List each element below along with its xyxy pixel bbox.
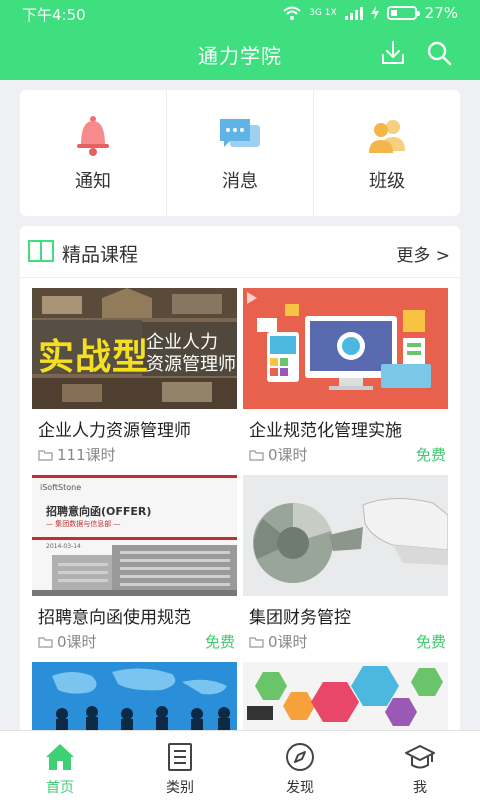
signal-indicator: 3G 1X: [309, 7, 337, 18]
nav-label: 类别: [166, 780, 194, 796]
section-header: 精品课程 更多 >: [20, 226, 460, 278]
download-icon: [382, 41, 404, 64]
nav-item-home[interactable]: 首页: [0, 731, 120, 800]
course-lessons: 111课时: [57, 446, 116, 464]
quick-item-message[interactable]: 消息: [167, 90, 314, 216]
course-thumbnail: [243, 288, 448, 409]
course-thumbnail: [243, 475, 448, 596]
quick-item-notice[interactable]: 通知: [20, 90, 167, 216]
nav-item-category[interactable]: 类别: [120, 731, 240, 800]
battery-percent: 27%: [424, 4, 458, 22]
thumb-sub-text: — 集团数据与信息部 —: [46, 520, 121, 528]
book-icon: [28, 240, 54, 262]
course-lessons: 0课时: [268, 446, 308, 464]
course-meta: 0课时: [249, 631, 308, 652]
battery-icon: [386, 6, 420, 20]
folder-icon: [38, 636, 53, 648]
course-thumbnail: 实战型 企业人力 资源管理师: [32, 288, 237, 409]
course-title: 招聘意向函使用规范: [38, 608, 191, 628]
course-card[interactable]: [243, 662, 448, 732]
search-icon: [427, 41, 452, 66]
course-title: 企业规范化管理实施: [249, 421, 402, 441]
finance-course-image: [243, 475, 448, 596]
signal-icon: [344, 7, 363, 20]
thumb-date: 2014-03-14: [46, 543, 81, 550]
folder-icon: [249, 449, 264, 461]
quick-item-class[interactable]: 班级: [314, 90, 460, 216]
course-meta: 0课时: [38, 631, 97, 652]
bell-icon: [77, 116, 109, 156]
section-title: 精品课程: [62, 244, 139, 266]
chat-icon: [220, 119, 260, 147]
course-thumbnail: iSoftStone 招聘意向函(OFFER) — 集团数据与信息部 — 201…: [32, 475, 237, 596]
thumb-main-text: 实战型: [38, 337, 150, 378]
folder-icon: [38, 449, 53, 461]
course-free-badge: 免费: [415, 446, 446, 464]
course-meta: 0课时: [249, 444, 308, 465]
nav-label: 首页: [46, 780, 74, 796]
nav-item-discover[interactable]: 发现: [240, 731, 360, 800]
app-header: 下午4:50 3G 1X 27% 通力学院: [0, 0, 480, 80]
nav-item-me[interactable]: 我: [360, 731, 480, 800]
list-icon: [168, 743, 192, 771]
course-card[interactable]: 集团财务管控 0课时 免费: [243, 475, 448, 658]
quick-item-label: 通知: [75, 171, 111, 192]
quick-actions: 通知 消息 班级: [20, 90, 460, 216]
quick-item-label: 消息: [222, 171, 258, 192]
course-thumbnail: [32, 662, 237, 732]
people-icon: [369, 120, 405, 153]
search-button[interactable]: [424, 38, 454, 68]
charging-icon: [370, 6, 379, 20]
folder-icon: [249, 636, 264, 648]
course-card[interactable]: 企业规范化管理实施 0课时 免费: [243, 288, 448, 471]
course-card[interactable]: iSoftStone 招聘意向函(OFFER) — 集团数据与信息部 — 201…: [32, 475, 237, 658]
more-link[interactable]: 更多 >: [396, 241, 450, 266]
hexagon-course-image: [243, 662, 448, 732]
quick-item-label: 班级: [369, 171, 405, 192]
course-card[interactable]: 实战型 企业人力 资源管理师 企业人力资源管理师 111课时: [32, 288, 237, 471]
nav-label: 发现: [286, 780, 314, 796]
status-time: 下午4:50: [22, 6, 86, 24]
featured-courses: 精品课程 更多 > 实战型 企业人力 资源管理师 企业人力资源管理师 111课时…: [20, 226, 460, 736]
course-title: 集团财务管控: [249, 608, 351, 628]
home-icon: [46, 744, 74, 770]
thumb-line2: 资源管理师: [146, 354, 236, 375]
course-lessons: 0课时: [268, 633, 308, 651]
course-title: 企业人力资源管理师: [38, 421, 191, 441]
course-lessons: 0课时: [57, 633, 97, 651]
nav-label: 我: [413, 780, 427, 796]
wifi-icon: [283, 6, 301, 20]
management-course-image: [243, 288, 448, 409]
course-thumbnail: [243, 662, 448, 732]
thumb-brand: iSoftStone: [40, 483, 82, 492]
status-bar: 下午4:50 3G 1X 27%: [0, 0, 480, 26]
course-card[interactable]: [32, 662, 237, 732]
course-free-badge: 免费: [204, 633, 235, 651]
world-map-course-image: [32, 662, 237, 732]
offer-course-image: [32, 475, 237, 596]
course-meta: 111课时: [38, 444, 116, 465]
bottom-navigation: 首页 类别 发现 我: [0, 730, 480, 800]
download-button[interactable]: [378, 38, 408, 68]
compass-icon: [286, 743, 314, 771]
status-icons: 3G 1X 27%: [283, 4, 458, 22]
course-free-badge: 免费: [415, 633, 446, 651]
graduation-cap-icon: [405, 745, 435, 769]
page-title: 通力学院: [198, 44, 282, 68]
thumb-main-text: 招聘意向函(OFFER): [46, 505, 152, 518]
